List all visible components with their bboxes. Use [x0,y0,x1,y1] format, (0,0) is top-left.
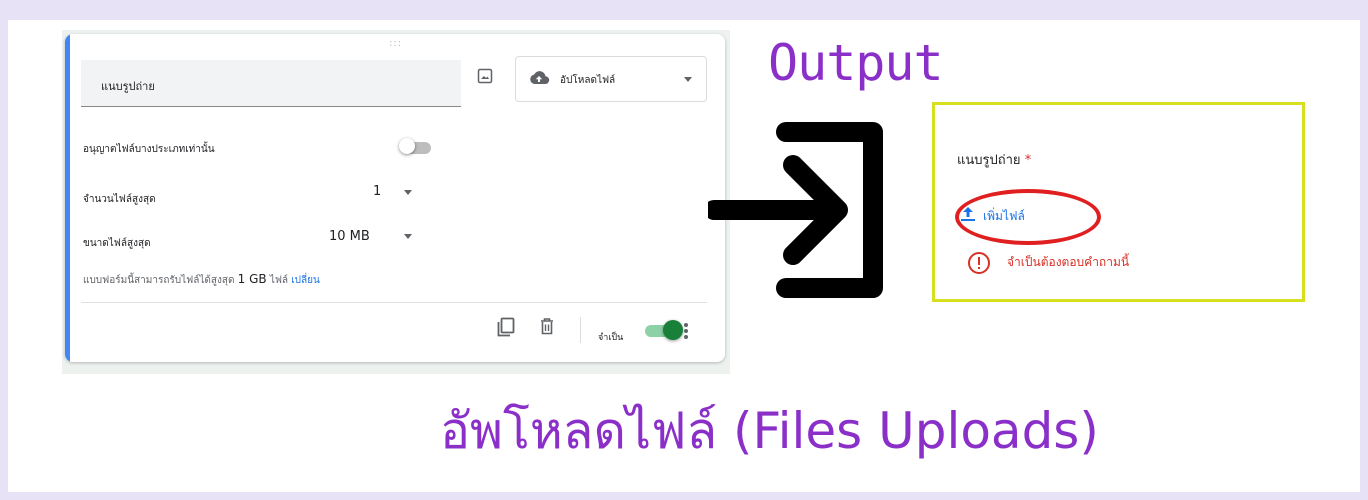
background-frame-right [1360,0,1368,500]
required-label: จำเป็น [598,333,624,343]
max-files-select[interactable]: 1 [373,184,381,199]
chevron-down-icon[interactable] [404,234,412,239]
question-title-input[interactable]: แนบรูปถ่าย [81,60,461,107]
change-link[interactable]: เปลี่ยน [291,275,320,286]
background-frame-bottom [0,492,1368,500]
required-asterisk: * [1024,153,1032,168]
chevron-down-icon[interactable] [404,190,412,195]
upload-icon[interactable] [959,205,977,223]
upload-limit-footnote: แบบฟอร์มนี้สามารถรับไฟล์ได้สูงสุด 1 GB ไ… [83,272,320,288]
error-icon [968,252,990,274]
background-frame-top [0,0,1368,20]
allow-specific-types-toggle[interactable] [399,138,433,154]
max-files-label: จำนวนไฟล์สูงสุด [83,194,156,205]
bottom-title: อัพโหลดไฟล์ (Files Uploads) [440,402,1099,460]
cloud-upload-icon [530,71,550,85]
footer-separator [580,317,581,343]
footer-divider [81,302,707,303]
toggle-knob [399,138,415,154]
image-icon[interactable] [477,68,493,84]
max-size-label: ขนาดไฟล์สูงสุด [83,238,151,249]
question-editor-card[interactable]: ::: แนบรูปถ่าย อัปโหลดไฟล์ อนุญาตไฟล์บาง… [65,34,725,362]
question-title-text: แนบรูปถ่าย [101,80,155,93]
footnote-prefix: แบบฟอร์มนี้สามารถรับไฟล์ได้สูงสุด [83,275,235,286]
preview-question-text: แนบรูปถ่าย [957,153,1021,168]
preview-question-label: แนบรูปถ่าย * [957,149,1031,170]
allow-specific-types-label: อนุญาตไฟล์บางประเภทเท่านั้น [83,144,215,155]
toggle-knob [663,320,683,340]
question-type-select[interactable]: อัปโหลดไฟล์ [515,56,707,102]
copy-icon[interactable] [497,317,515,337]
footnote-size: 1 GB [237,272,267,286]
question-type-label: อัปโหลดไฟล์ [560,75,616,86]
trash-icon[interactable] [539,317,555,335]
max-size-select[interactable]: 10 MB [329,229,370,244]
required-toggle[interactable] [645,320,685,340]
background-frame-left [0,0,8,500]
form-preview-box: แนบรูปถ่าย * เพิ่มไฟล์ จำเป็นต้องตอบคำถา… [932,102,1305,302]
arrow-into-icon [708,122,883,298]
drag-handle[interactable]: ::: [389,38,402,49]
footnote-suffix: ไฟล์ [269,275,289,286]
chevron-down-icon [684,77,692,82]
required-error-text: จำเป็นต้องตอบคำถามนี้ [1007,255,1130,269]
card-accent-bar [65,34,70,362]
add-file-button[interactable]: เพิ่มไฟล์ [983,207,1025,226]
more-vert-icon[interactable] [683,322,689,340]
output-title: Output [768,34,944,92]
